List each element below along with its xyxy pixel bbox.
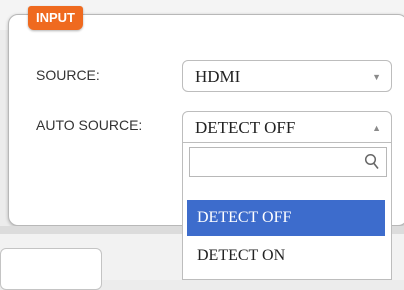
dropdown-search-input[interactable] (189, 147, 387, 177)
chevron-up-icon: ▲ (372, 123, 381, 133)
auto-source-select[interactable]: DETECT OFF ▲ (182, 111, 392, 143)
option-detect-on[interactable]: DETECT ON (187, 238, 385, 274)
chevron-down-icon: ▼ (372, 72, 381, 82)
auto-source-select-value: DETECT OFF (195, 118, 296, 137)
source-select-value: HDMI (195, 67, 241, 86)
source-label: SOURCE: (36, 67, 100, 83)
auto-source-label: AUTO SOURCE: (36, 117, 143, 133)
auto-source-dropdown: DETECT OFF DETECT ON (182, 143, 392, 280)
lower-panel-tab (0, 248, 102, 290)
search-icon (364, 153, 379, 169)
option-detect-off[interactable]: DETECT OFF (187, 200, 385, 236)
panel-title-tag: INPUT (28, 6, 83, 30)
source-select[interactable]: HDMI ▼ (182, 60, 392, 92)
